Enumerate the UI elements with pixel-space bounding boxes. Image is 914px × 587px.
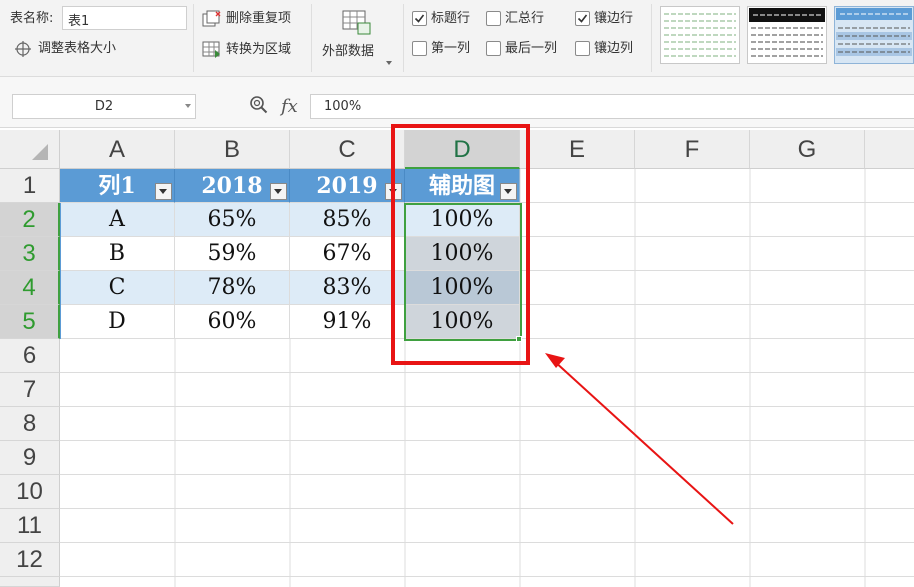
external-data-icon bbox=[342, 10, 372, 40]
grid-lines bbox=[60, 169, 914, 587]
resize-table-button[interactable]: 调整表格大小 bbox=[38, 41, 116, 57]
header-row-label: 标题行 bbox=[431, 11, 471, 26]
banded-columns-checkbox[interactable] bbox=[575, 41, 590, 56]
banded-columns-label: 镶边列 bbox=[594, 41, 634, 56]
fx-icon[interactable]: fx bbox=[281, 96, 298, 117]
ribbon-divider bbox=[651, 4, 652, 72]
convert-range-icon bbox=[202, 40, 222, 62]
header-row-checkbox[interactable] bbox=[412, 11, 427, 26]
formula-bar: D2 fx 100% bbox=[0, 77, 914, 128]
last-column-checkbox[interactable] bbox=[486, 41, 501, 56]
chevron-down-icon bbox=[386, 50, 392, 69]
fill-handle[interactable] bbox=[516, 336, 522, 342]
resize-icon bbox=[14, 40, 32, 62]
banded-rows-label: 镶边行 bbox=[594, 11, 634, 26]
table-style-green[interactable] bbox=[660, 6, 740, 64]
chevron-down-icon[interactable] bbox=[185, 104, 191, 108]
first-column-label: 第一列 bbox=[431, 41, 471, 56]
formula-input[interactable]: 100% bbox=[310, 94, 914, 119]
first-column-checkbox[interactable] bbox=[412, 41, 427, 56]
remove-duplicates-icon bbox=[202, 10, 222, 32]
remove-duplicates-button[interactable]: 删除重复项 bbox=[226, 11, 291, 27]
external-data-button[interactable]: 外部数据 bbox=[322, 44, 374, 60]
ribbon-divider bbox=[311, 4, 312, 72]
total-row-checkbox[interactable] bbox=[486, 11, 501, 26]
table-style-black[interactable] bbox=[747, 6, 827, 64]
last-column-label: 最后一列 bbox=[505, 41, 558, 56]
total-row-label: 汇总行 bbox=[505, 11, 545, 26]
ribbon-divider bbox=[403, 4, 404, 72]
table-style-blue-selected[interactable] bbox=[834, 6, 914, 64]
banded-rows-checkbox[interactable] bbox=[575, 11, 590, 26]
name-box[interactable]: D2 bbox=[12, 94, 196, 119]
convert-to-range-button[interactable]: 转换为区域 bbox=[226, 42, 291, 58]
spreadsheet-grid: A B C D E F G 1 2 3 4 5 6 7 8 9 10 11 12… bbox=[0, 130, 914, 587]
table-name-input[interactable]: 表1 bbox=[62, 6, 187, 30]
table-name-label: 表名称: bbox=[10, 11, 54, 26]
zoom-formula-icon[interactable] bbox=[249, 95, 269, 119]
ribbon-divider bbox=[193, 4, 194, 72]
ribbon-toolbar: 表名称: 表1 调整表格大小 删除重复项 转换为区域 外部数据 标题行 汇总行 … bbox=[0, 0, 914, 77]
